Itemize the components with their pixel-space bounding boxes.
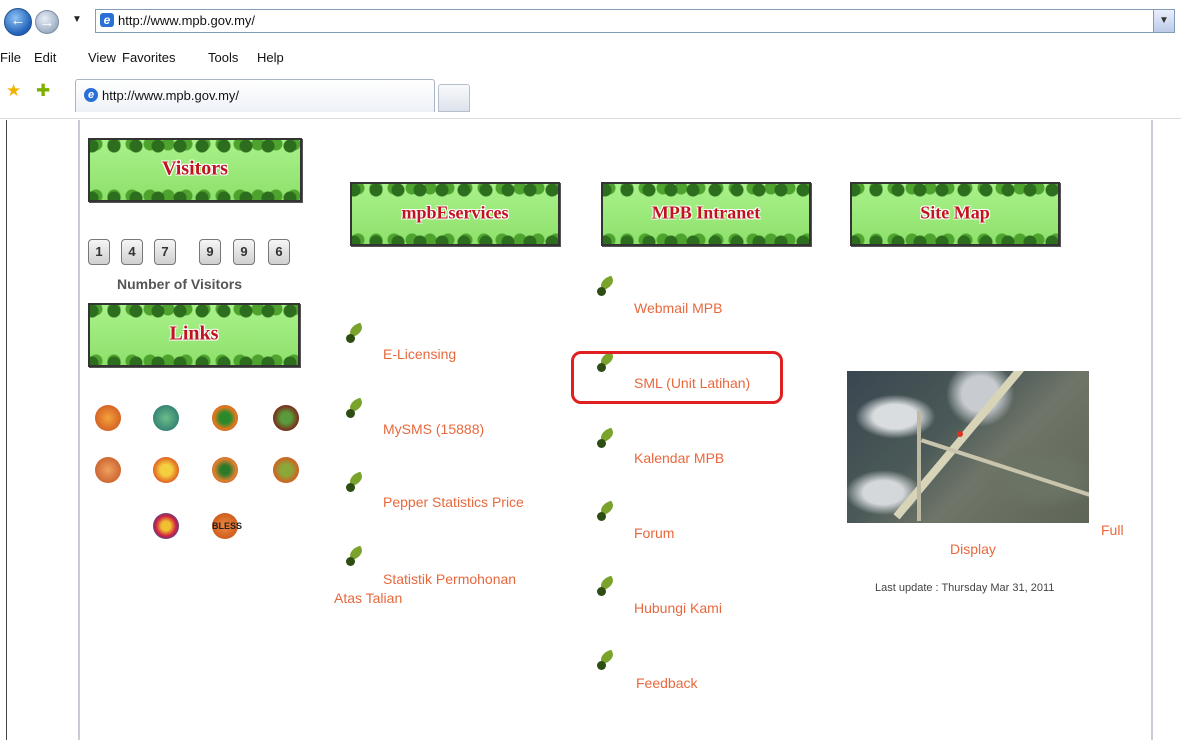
partner-logo-icon[interactable] [273,405,299,431]
counter-digit: 9 [233,239,255,265]
link-feedback[interactable]: Feedback [636,675,697,691]
bless-logo-icon[interactable]: BLESS [212,513,242,539]
leaf-bullet-icon [596,649,618,670]
map-pin-icon [957,431,963,437]
tab-active[interactable]: e http://www.mpb.gov.my/ [75,79,435,112]
leaf-bullet-icon [345,545,367,566]
eservices-banner-text: mpbEservices [401,202,509,223]
menu-bar: File Edit View Favorites Tools Help [0,46,1181,70]
new-tab-button[interactable] [438,84,470,112]
ie-page-icon: e [100,13,114,27]
sitemap-banner[interactable]: Site Map [850,182,1060,246]
link-pepper-statistics[interactable]: Pepper Statistics Price [383,494,524,510]
intranet-banner-text: MPB Intranet [651,202,761,223]
link-statistik-permohonan-line2[interactable]: Atas Talian [334,590,402,606]
menu-file[interactable]: File [0,50,21,65]
menu-edit[interactable]: Edit [34,50,56,65]
favorites-star-icon[interactable]: ★ [6,81,21,101]
partner-logo-icon[interactable] [95,457,121,483]
ie-tab-icon: e [84,88,98,102]
link-forum[interactable]: Forum [634,525,674,541]
history-dropdown-icon[interactable]: ▼ [72,14,82,25]
forward-button[interactable]: → [35,10,59,34]
counter-digit: 1 [88,239,110,265]
full-display-link[interactable]: Full [1101,522,1124,538]
visitors-count-label: Number of Visitors [117,276,242,292]
menu-tools[interactable]: Tools [208,50,238,65]
highlight-box [571,351,783,404]
eservices-banner: mpbEservices [350,182,560,246]
tab-row: ★ ✚ e http://www.mpb.gov.my/ [0,78,1181,119]
tab-label: http://www.mpb.gov.my/ [102,88,240,103]
partner-logo-icon[interactable] [212,405,238,431]
leaf-bullet-icon [596,427,618,448]
counter-digit: 9 [199,239,221,265]
address-text[interactable]: http://www.mpb.gov.my/ [118,13,255,28]
partner-logo-icon[interactable] [95,405,121,431]
full-display-link-line2[interactable]: Display [950,541,996,557]
link-hubungi-kami[interactable]: Hubungi Kami [634,600,722,616]
counter-digit: 6 [268,239,290,265]
partner-logo-icon[interactable] [153,405,179,431]
page-border-right [1151,120,1153,740]
address-dropdown-icon[interactable]: ▼ [1153,10,1174,32]
visitors-banner: Visitors [88,138,302,202]
counter-digit: 7 [154,239,176,265]
links-banner-text: Links [169,322,219,345]
visitors-banner-text: Visitors [162,157,228,180]
add-favorite-icon[interactable]: ✚ [36,81,50,101]
satellite-map-image[interactable] [847,371,1089,523]
address-bar[interactable]: e http://www.mpb.gov.my/ ▼ [95,9,1175,33]
link-statistik-permohonan[interactable]: Statistik Permohonan [383,571,516,587]
link-kalendar[interactable]: Kalendar MPB [634,450,724,466]
last-update-text: Last update : Thursday Mar 31, 2011 [875,582,1055,594]
asean-logo-icon[interactable] [153,513,179,539]
address-row: ← → ▼ e http://www.mpb.gov.my/ ▼ [0,6,1181,36]
window-edge [6,120,7,740]
intranet-banner: MPB Intranet [601,182,811,246]
partner-logo-icon[interactable] [212,457,238,483]
page-border-left [78,120,80,740]
browser-chrome: ← → ▼ e http://www.mpb.gov.my/ ▼ File Ed… [0,0,1181,120]
menu-help[interactable]: Help [257,50,284,65]
partner-logo-icon[interactable] [273,457,299,483]
leaf-bullet-icon [596,500,618,521]
forward-arrow-icon: → [39,14,55,31]
leaf-bullet-icon [345,471,367,492]
leaf-bullet-icon [596,275,618,296]
link-mysms[interactable]: MySMS (15888) [383,421,484,437]
links-banner: Links [88,303,300,367]
leaf-bullet-icon [596,575,618,596]
menu-view[interactable]: View [88,50,116,65]
back-button[interactable]: ← [4,8,32,36]
link-webmail[interactable]: Webmail MPB [634,300,722,316]
leaf-bullet-icon [345,397,367,418]
link-e-licensing[interactable]: E-Licensing [383,346,456,362]
sitemap-banner-text: Site Map [920,202,990,223]
back-arrow-icon: ← [10,12,26,29]
leaf-bullet-icon [345,322,367,343]
partner-logo-icon[interactable] [153,457,179,483]
counter-digit: 4 [121,239,143,265]
menu-favorites[interactable]: Favorites [122,50,175,65]
